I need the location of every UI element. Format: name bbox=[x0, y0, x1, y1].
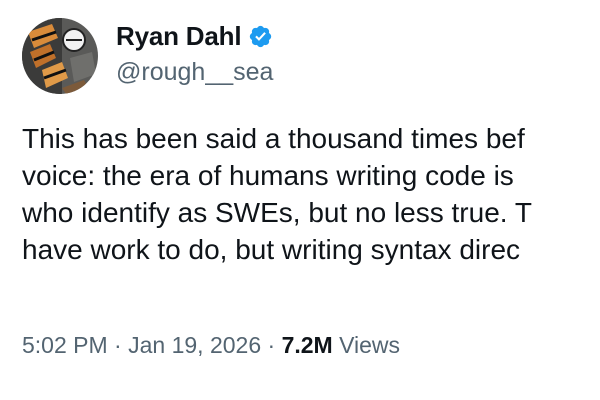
tweet-text-line: have work to do, but writing syntax dire… bbox=[22, 234, 521, 265]
tweet-meta: 5:02 PM · Jan 19, 2026 · 7.2M Views bbox=[22, 332, 400, 359]
views-label: Views bbox=[339, 332, 401, 358]
tweet-card: Ryan Dahl @rough__sea This has been said… bbox=[0, 0, 600, 400]
author-name-row: Ryan Dahl bbox=[116, 21, 273, 52]
tweet-date[interactable]: Jan 19, 2026 bbox=[128, 332, 261, 358]
tweet-text-line: This has been said a thousand times bef bbox=[22, 123, 525, 154]
meta-separator: · bbox=[114, 332, 122, 358]
author-display-name[interactable]: Ryan Dahl bbox=[116, 21, 242, 52]
tweet-text: This has been said a thousand times bef … bbox=[22, 120, 600, 268]
avatar[interactable] bbox=[22, 18, 98, 94]
verified-badge-icon bbox=[248, 24, 273, 49]
views-count[interactable]: 7.2M bbox=[282, 332, 333, 358]
avatar-image bbox=[22, 18, 98, 94]
meta-separator: · bbox=[267, 332, 276, 358]
tweet-time[interactable]: 5:02 PM bbox=[22, 332, 108, 358]
author-handle[interactable]: @rough__sea bbox=[116, 58, 273, 87]
tweet-text-line: voice: the era of humans writing code is bbox=[22, 160, 514, 191]
tweet-text-line: who identify as SWEs, but no less true. … bbox=[22, 197, 532, 228]
